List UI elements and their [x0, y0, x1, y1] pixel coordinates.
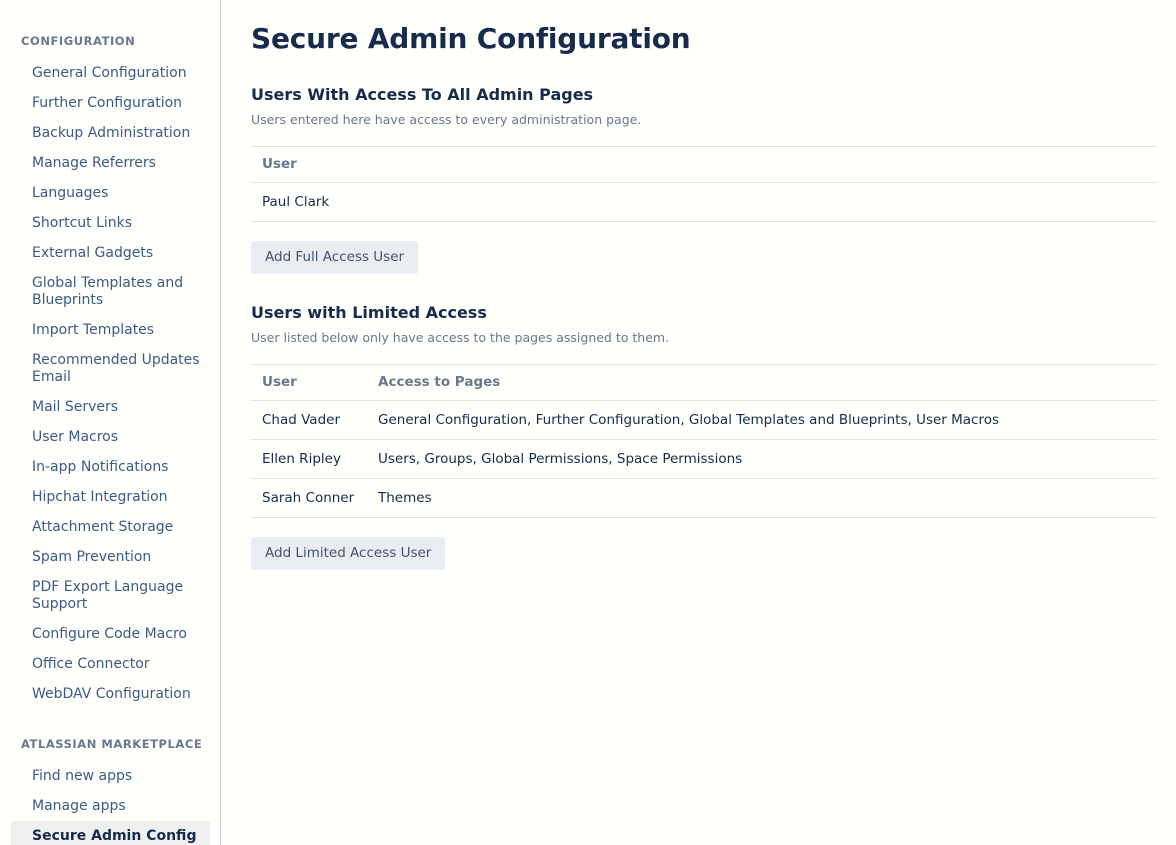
sidebar-item-languages[interactable]: Languages	[11, 178, 210, 208]
sidebar-item-further-configuration[interactable]: Further Configuration	[11, 88, 210, 118]
sidebar-item-configure-code-macro[interactable]: Configure Code Macro	[11, 619, 210, 649]
app-root: CONFIGURATION General Configuration Furt…	[0, 0, 1176, 845]
admin-sidebar: CONFIGURATION General Configuration Furt…	[0, 0, 221, 845]
full-access-users-table: User Paul Clark	[251, 146, 1157, 222]
table-row: Chad Vader General Configuration, Furthe…	[251, 400, 1157, 440]
sidebar-item-attachment-storage[interactable]: Attachment Storage	[11, 512, 210, 542]
sidebar-section-title-configuration: CONFIGURATION	[21, 34, 136, 48]
add-limited-access-user-button[interactable]: Add Limited Access User	[251, 537, 446, 570]
table-header-row: User Access to Pages	[251, 364, 1157, 401]
section-heading-full-access: Users With Access To All Admin Pages	[251, 85, 594, 104]
add-full-access-user-button[interactable]: Add Full Access User	[251, 241, 419, 274]
sidebar-item-in-app-notifications[interactable]: In-app Notifications	[11, 452, 210, 482]
sidebar-item-hipchat-integration[interactable]: Hipchat Integration	[11, 482, 210, 512]
sidebar-item-global-templates-and-blueprints[interactable]: Global Templates and Blueprints	[11, 268, 210, 315]
sidebar-item-spam-prevention[interactable]: Spam Prevention	[11, 542, 210, 572]
sidebar-item-pdf-export-language-support[interactable]: PDF Export Language Support	[11, 572, 210, 619]
page-title: Secure Admin Configuration	[251, 22, 691, 55]
cell-access-to-pages: General Configuration, Further Configura…	[367, 400, 1157, 440]
section-description-full-access: Users entered here have access to every …	[251, 112, 642, 127]
table-row: Ellen Ripley Users, Groups, Global Permi…	[251, 439, 1157, 479]
section-limited-access: Users with Limited Access User listed be…	[251, 303, 1157, 570]
main-content: Secure Admin Configuration Users With Ac…	[221, 0, 1176, 845]
sidebar-item-manage-referrers[interactable]: Manage Referrers	[11, 148, 210, 178]
column-header-access-to-pages: Access to Pages	[367, 364, 1157, 401]
sidebar-item-office-connector[interactable]: Office Connector	[11, 649, 210, 679]
section-heading-limited-access: Users with Limited Access	[251, 303, 487, 322]
sidebar-item-manage-apps[interactable]: Manage apps	[11, 791, 210, 821]
section-full-access: Users With Access To All Admin Pages Use…	[251, 85, 1157, 274]
cell-access-to-pages: Themes	[367, 478, 1157, 518]
sidebar-item-find-new-apps[interactable]: Find new apps	[11, 761, 210, 791]
section-description-limited-access: User listed below only have access to th…	[251, 330, 670, 345]
sidebar-item-shortcut-links[interactable]: Shortcut Links	[11, 208, 210, 238]
sidebar-item-import-templates[interactable]: Import Templates	[11, 315, 210, 345]
sidebar-item-recommended-updates-email[interactable]: Recommended Updates Email	[11, 345, 210, 392]
sidebar-item-backup-administration[interactable]: Backup Administration	[11, 118, 210, 148]
sidebar-item-secure-admin-config[interactable]: Secure Admin Config	[11, 821, 210, 845]
cell-user: Sarah Conner	[251, 478, 367, 518]
table-row: Sarah Conner Themes	[251, 478, 1157, 518]
column-header-user: User	[251, 364, 367, 401]
cell-user: Ellen Ripley	[251, 439, 367, 479]
sidebar-item-webdav-configuration[interactable]: WebDAV Configuration	[11, 679, 210, 709]
cell-access-to-pages: Users, Groups, Global Permissions, Space…	[367, 439, 1157, 479]
sidebar-item-external-gadgets[interactable]: External Gadgets	[11, 238, 210, 268]
sidebar-item-general-configuration[interactable]: General Configuration	[11, 58, 210, 88]
table-header-row: User	[251, 146, 1157, 183]
cell-user: Chad Vader	[251, 400, 367, 440]
sidebar-item-user-macros[interactable]: User Macros	[11, 422, 210, 452]
sidebar-item-mail-servers[interactable]: Mail Servers	[11, 392, 210, 422]
sidebar-section-title-atlassian-marketplace: ATLASSIAN MARKETPLACE	[21, 737, 203, 751]
limited-access-users-table: User Access to Pages Chad Vader General …	[251, 364, 1157, 518]
cell-user: Paul Clark	[251, 182, 1157, 222]
table-row: Paul Clark	[251, 182, 1157, 222]
column-header-user: User	[251, 146, 1157, 183]
